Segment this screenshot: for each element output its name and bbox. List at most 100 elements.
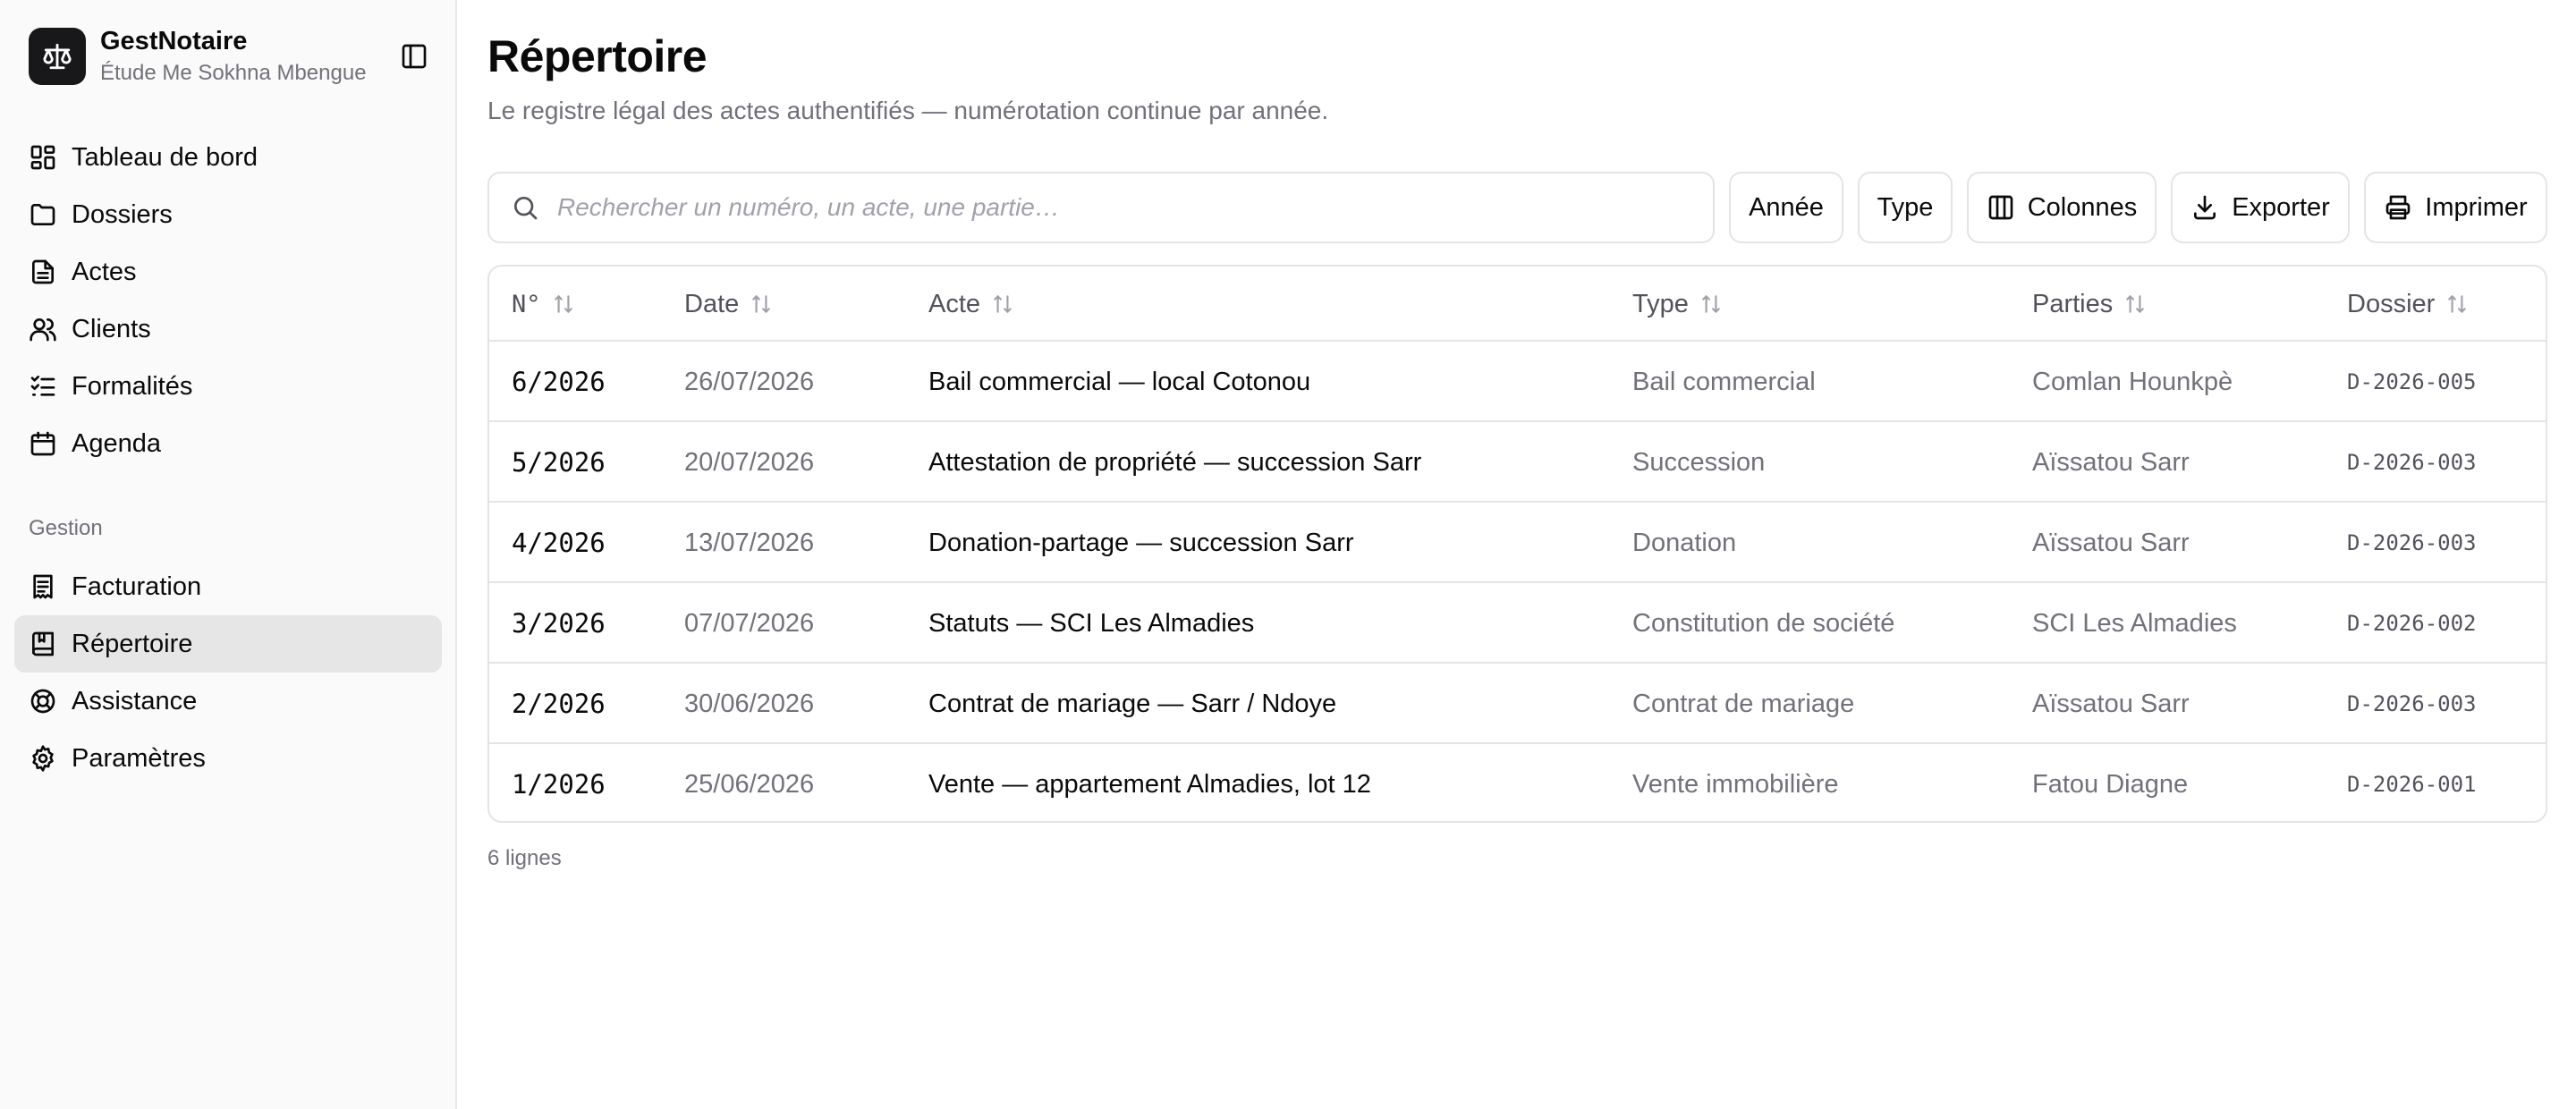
column-header-acte[interactable]: Acte [928, 267, 1014, 342]
repertoire-table: N° Date Acte Type Parties Dossier 6/2026… [487, 265, 2547, 823]
table-row[interactable]: 3/2026 07/07/2026 Statuts — SCI Les Alma… [489, 583, 2546, 664]
type-filter-button[interactable]: Type [1858, 172, 1953, 243]
column-header-label: Dossier [2347, 289, 2436, 318]
column-header-label: Date [684, 289, 740, 318]
sidebar-item-label: Clients [72, 314, 151, 343]
cell-type: Succession [1632, 447, 1766, 477]
sidebar-item-facturation[interactable]: Facturation [14, 558, 442, 615]
cell-parties: Comlan Hounkpè [2032, 367, 2233, 396]
sidebar-item-label: Actes [72, 257, 137, 286]
folder-icon [30, 204, 55, 225]
table-row[interactable]: 1/2026 25/06/2026 Vente — appartement Al… [489, 744, 2546, 821]
column-header-dossier[interactable]: Dossier [2347, 267, 2469, 342]
printer-icon [2385, 195, 2411, 220]
sidebar-item-label: Facturation [72, 571, 202, 601]
cell-dossier: D-2026-005 [2347, 369, 2477, 394]
sort-icon [752, 295, 771, 313]
cell-num: 3/2026 [512, 608, 606, 639]
cell-type: Constitution de société [1632, 608, 1895, 638]
cell-dossier: D-2026-003 [2347, 450, 2477, 475]
cell-num: 1/2026 [512, 769, 606, 800]
column-header-label: Type [1632, 289, 1689, 318]
search-input[interactable] [557, 193, 1631, 222]
sidebar-item-label: Tableau de bord [72, 142, 258, 172]
book-icon [32, 631, 54, 656]
office-name: Étude Me Sokhna Mbengue [100, 61, 367, 85]
download-icon [2194, 195, 2216, 220]
cell-date: 20/07/2026 [684, 447, 815, 477]
sidebar: GestNotaire Étude Me Sokhna Mbengue Tabl… [0, 0, 457, 1109]
export-label: Exporter [2232, 192, 2330, 222]
column-header-date[interactable]: Date [684, 267, 773, 342]
cell-num: 5/2026 [512, 447, 606, 478]
sidebar-item-label: Répertoire [72, 629, 193, 658]
sidebar-toggle-button[interactable] [399, 41, 429, 72]
cell-acte: Donation-partage — succession Sarr [928, 528, 1354, 557]
calendar-icon [30, 431, 55, 456]
print-label: Imprimer [2425, 192, 2528, 222]
cell-type: Contrat de mariage [1632, 689, 1855, 718]
sidebar-item-clients[interactable]: Clients [14, 301, 442, 358]
sidebar-group-label: Gestion [29, 516, 103, 540]
columns-icon [1988, 195, 2013, 220]
sidebar-toggle-icon [402, 44, 427, 69]
column-header-parties[interactable]: Parties [2032, 267, 2147, 342]
cell-parties: Fatou Diagne [2032, 769, 2189, 799]
cell-date: 30/06/2026 [684, 689, 815, 718]
cell-type: Vente immobilière [1632, 769, 1839, 799]
year-filter-button[interactable]: Année [1729, 172, 1843, 243]
cell-acte: Bail commercial — local Cotonou [928, 367, 1311, 396]
sidebar-item-label: Agenda [72, 428, 161, 458]
sort-icon [554, 295, 572, 313]
year-filter-label: Année [1749, 192, 1824, 222]
receipt-icon [33, 574, 53, 599]
sidebar-item-assistance[interactable]: Assistance [14, 673, 442, 730]
cell-date: 25/06/2026 [684, 769, 815, 799]
cell-num: 4/2026 [512, 528, 606, 558]
column-header-type[interactable]: Type [1632, 267, 1723, 342]
sidebar-item-formalites[interactable]: Formalités [14, 358, 442, 415]
table-row[interactable]: 4/2026 13/07/2026 Donation-partage — suc… [489, 503, 2546, 583]
cell-acte: Statuts — SCI Les Almadies [928, 608, 1255, 638]
sidebar-item-agenda[interactable]: Agenda [14, 415, 442, 472]
cell-type: Bail commercial [1632, 367, 1816, 396]
cell-num: 2/2026 [512, 689, 606, 719]
users-icon [30, 318, 56, 342]
sidebar-item-repertoire[interactable]: Répertoire [14, 615, 442, 673]
sidebar-item-tableau-de-bord[interactable]: Tableau de bord [14, 129, 442, 186]
sort-icon [2126, 295, 2145, 313]
gear-icon [32, 745, 54, 772]
table-row[interactable]: 5/2026 20/07/2026 Attestation de proprié… [489, 422, 2546, 503]
search-box[interactable] [487, 172, 1715, 243]
cell-type: Donation [1632, 528, 1737, 557]
sidebar-item-dossiers[interactable]: Dossiers [14, 186, 442, 243]
columns-button[interactable]: Colonnes [1967, 172, 2157, 243]
sort-icon [2448, 295, 2467, 313]
cell-date: 26/07/2026 [684, 367, 815, 396]
document-icon [32, 259, 54, 284]
cell-dossier: D-2026-002 [2347, 611, 2477, 636]
sidebar-item-label: Formalités [72, 371, 193, 401]
sort-icon [994, 295, 1012, 313]
sort-icon [1702, 295, 1720, 313]
search-icon [514, 197, 538, 220]
cell-date: 07/07/2026 [684, 608, 815, 638]
sidebar-item-actes[interactable]: Actes [14, 243, 442, 301]
print-button[interactable]: Imprimer [2364, 172, 2547, 243]
column-header-num[interactable]: N° [512, 267, 575, 342]
column-header-label: Parties [2032, 289, 2114, 318]
export-button[interactable]: Exporter [2171, 172, 2350, 243]
table-row[interactable]: 6/2026 26/07/2026 Bail commercial — loca… [489, 342, 2546, 422]
table-header: N° Date Acte Type Parties Dossier [489, 267, 2546, 342]
table-row[interactable]: 2/2026 30/06/2026 Contrat de mariage — S… [489, 664, 2546, 744]
app-logo[interactable] [29, 28, 86, 85]
cell-dossier: D-2026-003 [2347, 691, 2477, 716]
sidebar-item-parametres[interactable]: Paramètres [14, 730, 442, 787]
columns-label: Colonnes [2027, 192, 2138, 222]
sidebar-item-label: Paramètres [72, 743, 206, 773]
type-filter-label: Type [1877, 192, 1934, 222]
cell-num: 6/2026 [512, 367, 606, 397]
cell-parties: SCI Les Almadies [2032, 608, 2237, 638]
cell-dossier: D-2026-003 [2347, 530, 2477, 555]
page-subtitle: Le registre légal des actes authentifiés… [487, 97, 1329, 124]
